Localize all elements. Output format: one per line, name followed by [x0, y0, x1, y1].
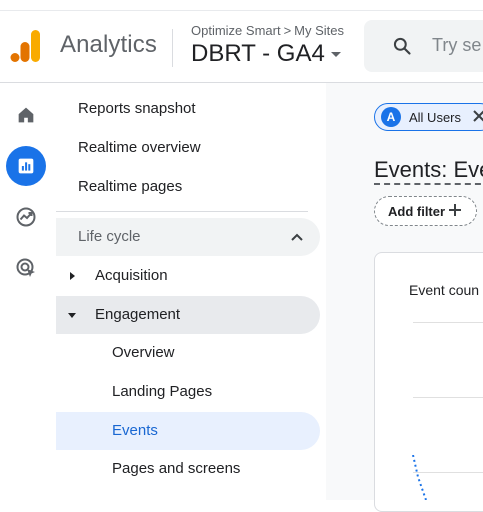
- chart-trend-line: [412, 455, 427, 500]
- top-divider: [0, 10, 483, 11]
- chart-gridline: [413, 322, 483, 323]
- advertising-button[interactable]: [6, 248, 46, 288]
- analytics-logo-icon[interactable]: [10, 28, 42, 64]
- nav-group-label: Acquisition: [95, 267, 168, 284]
- caret-right-icon: [70, 272, 75, 280]
- nav-item-label: Overview: [112, 344, 175, 361]
- header-divider: [172, 29, 173, 67]
- nav-item-landing-pages[interactable]: Landing Pages: [56, 373, 320, 411]
- nav-group-acquisition[interactable]: Acquisition: [56, 257, 320, 295]
- advertising-icon: [16, 258, 35, 277]
- section-life-cycle[interactable]: Life cycle: [56, 218, 320, 256]
- explore-button[interactable]: [6, 197, 46, 237]
- breadcrumb-separator: >: [283, 23, 292, 38]
- dropdown-caret-icon: [330, 52, 341, 58]
- chart-gridline: [413, 397, 483, 398]
- breadcrumb-account: Optimize Smart: [191, 23, 281, 38]
- nav-item-overview[interactable]: Overview: [56, 334, 320, 372]
- home-button[interactable]: [6, 95, 46, 135]
- nav-item-label: Pages and screens: [112, 460, 241, 477]
- segment-avatar: A: [381, 107, 401, 127]
- breadcrumb[interactable]: Optimize Smart > My Sites: [191, 23, 344, 38]
- nav-item-label: Landing Pages: [112, 383, 213, 400]
- search-icon[interactable]: [392, 36, 412, 56]
- nav-item-events[interactable]: Events: [56, 412, 320, 450]
- caret-down-icon: [68, 313, 76, 318]
- app-title: Analytics: [60, 31, 157, 58]
- nav-item-realtime-pages[interactable]: Realtime pages: [56, 168, 320, 206]
- nav-item-pages-and-screens[interactable]: Pages and screens: [56, 450, 320, 488]
- plus-icon: [449, 204, 461, 216]
- segment-label: All Users: [409, 110, 462, 125]
- nav-group-engagement[interactable]: Engagement: [56, 296, 320, 334]
- card-title: Event coun: [409, 282, 480, 298]
- nav-item-reports-snapshot[interactable]: Reports snapshot: [56, 90, 320, 128]
- nav-item-label: Reports snapshot: [78, 100, 196, 117]
- nav-item-realtime-overview[interactable]: Realtime overview: [56, 129, 320, 167]
- nav-item-label: Realtime pages: [78, 178, 183, 195]
- add-filter-label: Add filter: [388, 204, 446, 219]
- property-name: DBRT - GA4: [191, 40, 325, 67]
- nav-item-label: Realtime overview: [78, 139, 201, 156]
- home-icon: [18, 107, 34, 123]
- explore-icon: [16, 207, 36, 227]
- section-label: Life cycle: [78, 228, 141, 245]
- chevron-up-icon: [291, 233, 303, 241]
- search-input[interactable]: Try se: [432, 35, 481, 56]
- nav-divider: [56, 211, 308, 212]
- breadcrumb-section: My Sites: [294, 23, 345, 38]
- reports-button[interactable]: [6, 146, 46, 186]
- close-icon[interactable]: [472, 109, 483, 123]
- nav-group-label: Engagement: [95, 306, 181, 323]
- reports-icon: [18, 158, 34, 174]
- page-title[interactable]: Events: Eve: [374, 158, 483, 185]
- nav-item-label: Events: [112, 422, 158, 439]
- property-selector[interactable]: DBRT - GA4: [191, 40, 341, 68]
- reports-nav: Reports snapshot Realtime overview Realt…: [56, 83, 326, 500]
